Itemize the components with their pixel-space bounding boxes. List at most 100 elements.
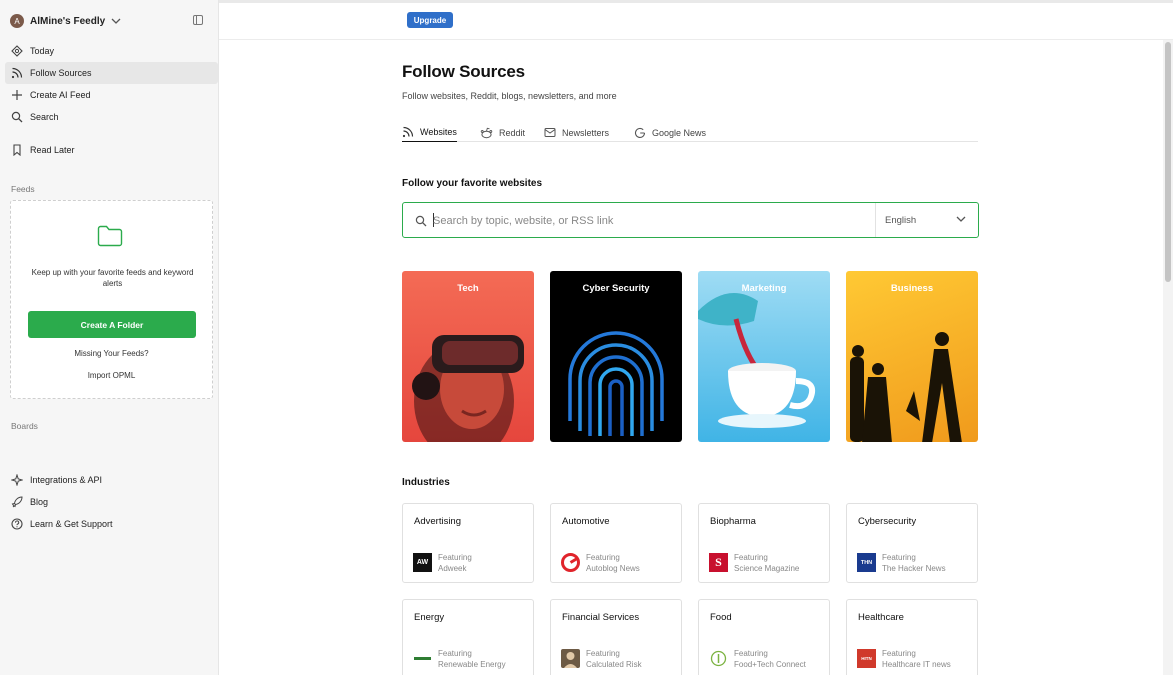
tab-websites[interactable]: Websites [402, 123, 457, 142]
sidebar-item-blog[interactable]: Blog [5, 491, 218, 513]
source-search-box: English [402, 202, 979, 238]
category-card-business[interactable]: Business [846, 271, 978, 442]
industry-card-advertising[interactable]: Advertising AW Featuring Adweek [402, 503, 534, 583]
sidebar-item-create-ai-feed[interactable]: Create AI Feed [5, 84, 218, 106]
boards-section-label: Boards [11, 421, 38, 431]
industry-card-financial-services[interactable]: Financial Services Featuring Calculated … [550, 599, 682, 675]
featuring-label: Featuring [438, 649, 472, 658]
featuring-label: Featuring [882, 553, 916, 562]
industry-card-energy[interactable]: Energy Featuring Renewable Energy [402, 599, 534, 675]
page-subtitle: Follow websites, Reddit, blogs, newslett… [402, 91, 617, 101]
missing-feeds-link[interactable]: Missing Your Feeds? [11, 349, 212, 358]
mail-icon [544, 128, 556, 137]
sidebar-collapse-icon[interactable] [193, 15, 203, 25]
tab-label: Google News [652, 127, 707, 138]
create-folder-button[interactable]: Create A Folder [28, 311, 196, 338]
healthcare-it-news-logo: HITN [857, 649, 876, 668]
feeds-section-label: Feeds [11, 184, 35, 194]
teacup-image [698, 293, 816, 428]
sidebar-item-support[interactable]: Learn & Get Support [5, 513, 218, 535]
featured-source: Calculated Risk [586, 660, 642, 669]
featured-source: Autoblog News [586, 564, 640, 573]
help-icon [11, 518, 23, 530]
sidebar-item-search[interactable]: Search [5, 106, 218, 128]
tab-newsletters[interactable]: Newsletters [544, 123, 609, 142]
featuring-label: Featuring [734, 649, 768, 658]
industry-card-food[interactable]: Food Featuring Food+Tech Connect [698, 599, 830, 675]
rss-icon [11, 67, 23, 79]
hacker-news-logo: THN [857, 553, 876, 572]
category-title: Tech [457, 283, 479, 294]
category-card-marketing[interactable]: Marketing [698, 271, 830, 442]
chevron-down-icon [111, 18, 121, 24]
tab-label: Websites [420, 127, 457, 137]
featuring-label: Featuring [586, 553, 620, 562]
tab-label: Reddit [499, 127, 526, 138]
featured-source: Healthcare IT news [882, 660, 951, 669]
category-title: Cyber Security [582, 283, 650, 294]
industry-name: Energy [414, 612, 445, 623]
import-opml-link[interactable]: Import OPML [11, 371, 212, 380]
autoblog-logo [561, 553, 580, 572]
silhouettes-image [850, 332, 962, 442]
tab-label: Newsletters [562, 127, 610, 138]
main-scrollbar[interactable] [1163, 40, 1173, 675]
search-icon [415, 215, 427, 227]
category-card-cyber-security[interactable]: Cyber Security [550, 271, 682, 442]
main-content: Follow Sources Follow websites, Reddit, … [219, 40, 1163, 675]
scrollbar-thumb[interactable] [1165, 42, 1171, 282]
sidebar-item-label: Blog [30, 497, 49, 507]
avatar: A [10, 14, 24, 28]
featuring-label: Featuring [734, 553, 768, 562]
category-title: Marketing [741, 283, 787, 294]
industry-card-automotive[interactable]: Automotive Featuring Autoblog News [550, 503, 682, 583]
today-icon [11, 45, 23, 57]
industry-card-healthcare[interactable]: Healthcare HITN Featuring Healthcare IT … [846, 599, 978, 675]
sidebar-item-follow-sources[interactable]: Follow Sources [5, 62, 218, 84]
sidebar-item-read-later[interactable]: Read Later [5, 139, 218, 161]
science-magazine-logo: S [709, 553, 728, 572]
industry-name: Automotive [562, 516, 610, 527]
industry-card-cybersecurity[interactable]: Cybersecurity THN Featuring The Hacker N… [846, 503, 978, 583]
section-title: Follow your favorite websites [402, 178, 543, 189]
bookmark-icon [13, 144, 21, 156]
featured-source: The Hacker News [882, 564, 946, 573]
google-icon [634, 127, 646, 138]
category-card-tech[interactable]: Tech [402, 271, 534, 442]
language-value: English [885, 214, 917, 226]
plus-icon [12, 90, 22, 100]
rocket-icon [11, 496, 23, 508]
chevron-down-icon [956, 216, 966, 222]
industry-name: Food [710, 612, 732, 623]
source-tabs: Websites Reddit Newsletters Google News [402, 123, 978, 142]
sidebar-item-label: Follow Sources [30, 68, 92, 78]
featuring-label: Featuring [882, 649, 916, 658]
feeds-empty-box: Keep up with your favorite feeds and key… [10, 200, 213, 399]
sidebar-item-label: Learn & Get Support [30, 519, 113, 529]
sidebar-item-label: Read Later [30, 145, 75, 155]
language-select[interactable]: English [875, 203, 978, 237]
tab-reddit[interactable]: Reddit [480, 123, 525, 142]
workspace-switcher[interactable]: A AlMine's Feedly [10, 12, 121, 30]
sidebar: A AlMine's Feedly Today Follow Sources C… [0, 0, 219, 675]
sidebar-item-today[interactable]: Today [5, 40, 218, 62]
tab-google-news[interactable]: Google News [634, 123, 706, 142]
search-input[interactable] [433, 212, 853, 229]
vr-headset-image [412, 335, 524, 442]
industries-title: Industries [402, 477, 450, 488]
adweek-logo: AW [413, 553, 432, 572]
industry-name: Biopharma [710, 516, 756, 527]
top-bar: Upgrade [219, 0, 1173, 40]
rss-icon [402, 126, 414, 138]
workspace-title: AlMine's Feedly [30, 15, 106, 27]
reddit-icon [480, 127, 493, 138]
featuring-label: Featuring [586, 649, 620, 658]
upgrade-button[interactable]: Upgrade [407, 12, 453, 28]
industry-card-biopharma[interactable]: Biopharma S Featuring Science Magazine [698, 503, 830, 583]
industry-name: Advertising [414, 516, 461, 527]
featured-source: Science Magazine [734, 564, 800, 573]
sidebar-item-integrations[interactable]: Integrations & API [5, 469, 218, 491]
featured-source: Food+Tech Connect [734, 660, 806, 669]
folder-icon [97, 225, 123, 247]
calculated-risk-logo [561, 649, 580, 668]
